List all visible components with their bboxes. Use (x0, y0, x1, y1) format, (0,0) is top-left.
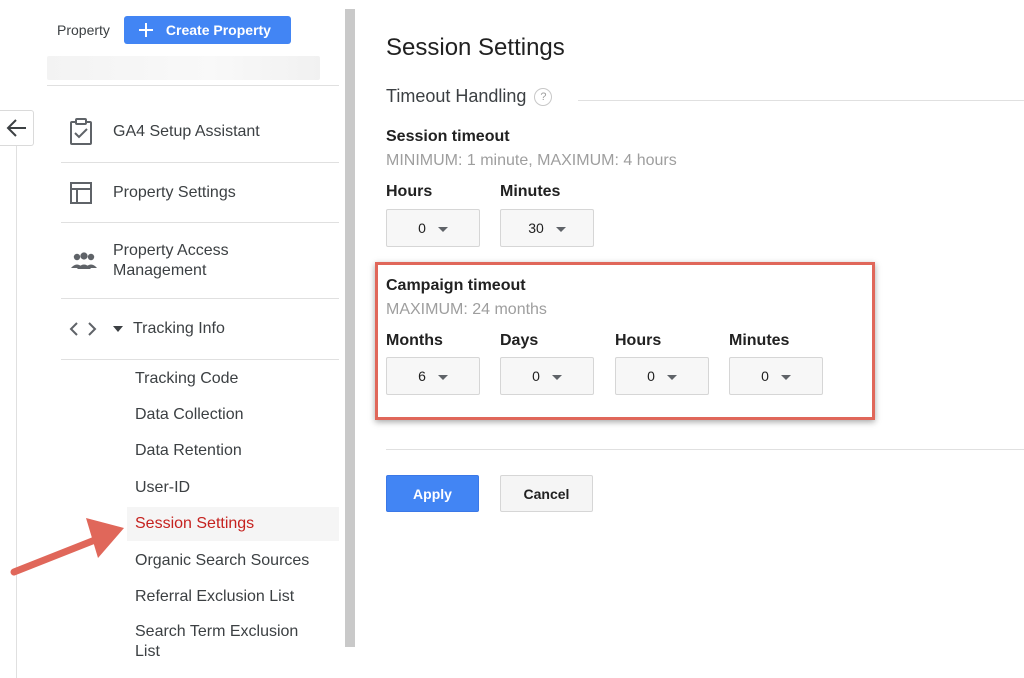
session-minutes-dropdown[interactable]: 30 (500, 209, 594, 247)
caret-down-icon (666, 374, 677, 380)
cancel-button[interactable]: Cancel (500, 475, 593, 512)
sidebar-subitem-tracking-code[interactable]: Tracking Code (127, 362, 339, 396)
session-timeout-note: MINIMUM: 1 minute, MAXIMUM: 4 hours (386, 152, 677, 169)
section-timeout-handling: Timeout Handling ? (386, 86, 553, 107)
sidebar-divider (16, 146, 17, 678)
sidebar-item-property-access-management[interactable]: Property Access Management (61, 223, 339, 299)
sidebar-subitem-user-id[interactable]: User-ID (127, 471, 339, 505)
sidebar-subitem-search-term-exclusion-list[interactable]: Search Term Exclusion List (127, 622, 317, 666)
caret-down-icon (437, 374, 448, 380)
sidebar-item-ga4-setup-assistant[interactable]: GA4 Setup Assistant (61, 101, 339, 163)
sidebar-item-label: Property Settings (113, 183, 236, 201)
property-header: Property Create Property (57, 16, 291, 44)
caret-down-icon (780, 374, 791, 380)
sidebar-subitem-organic-search-sources[interactable]: Organic Search Sources (127, 544, 339, 578)
dropdown-value: 6 (418, 368, 426, 384)
create-property-label: Create Property (165, 22, 271, 38)
campaign-days-dropdown[interactable]: 0 (500, 357, 594, 395)
sidebar-subitem-referral-exclusion-list[interactable]: Referral Exclusion List (127, 580, 339, 614)
caret-down-icon (551, 374, 562, 380)
sidebar-item-property-settings[interactable]: Property Settings (61, 163, 339, 223)
sidebar-item-label: GA4 Setup Assistant (113, 122, 260, 140)
people-icon (61, 251, 103, 271)
code-icon (61, 321, 103, 337)
campaign-hours-label: Hours (615, 332, 662, 349)
campaign-timeout-note: MAXIMUM: 24 months (386, 301, 547, 318)
caret-down-icon (555, 226, 566, 232)
dropdown-value: 0 (647, 368, 655, 384)
apply-button[interactable]: Apply (386, 475, 479, 512)
session-minutes-label: Minutes (500, 183, 561, 200)
section-title-label: Timeout Handling (386, 86, 527, 106)
form-divider (386, 449, 1024, 450)
caret-down-icon (437, 226, 448, 232)
sidebar-item-label: Tracking Info (133, 320, 225, 337)
sidebar-item-label: Property Access Management (113, 241, 229, 279)
dropdown-value: 30 (528, 220, 544, 236)
campaign-hours-dropdown[interactable]: 0 (615, 357, 709, 395)
back-button[interactable] (0, 110, 34, 146)
campaign-minutes-label: Minutes (729, 332, 790, 349)
create-property-button[interactable]: Create Property (123, 16, 291, 44)
sidebar-subitem-data-retention[interactable]: Data Retention (127, 434, 339, 468)
caret-down-icon (113, 326, 123, 332)
arrow-left-icon (6, 119, 26, 137)
dropdown-value: 0 (532, 368, 540, 384)
sidebar-subitem-data-collection[interactable]: Data Collection (127, 398, 339, 432)
help-icon[interactable]: ? (534, 87, 553, 106)
red-pointer-arrow-icon (10, 518, 124, 576)
property-selector[interactable] (47, 56, 320, 80)
campaign-days-label: Days (500, 332, 539, 349)
section-divider (578, 100, 1024, 101)
sidebar-scrollbar[interactable] (345, 9, 355, 647)
session-hours-label: Hours (386, 183, 433, 200)
session-hours-dropdown[interactable]: 0 (386, 209, 480, 247)
campaign-minutes-dropdown[interactable]: 0 (729, 357, 823, 395)
property-label: Property (57, 22, 110, 38)
campaign-months-label: Months (386, 332, 443, 349)
layout-icon (61, 181, 103, 205)
session-timeout-heading: Session timeout (386, 128, 510, 145)
sidebar-subitem-session-settings[interactable]: Session Settings (127, 507, 339, 541)
page-title: Session Settings (386, 34, 565, 61)
plus-icon (138, 23, 153, 37)
sidebar-item-tracking-info[interactable]: Tracking Info (61, 299, 339, 360)
dropdown-value: 0 (418, 220, 426, 236)
dropdown-value: 0 (761, 368, 769, 384)
campaign-months-dropdown[interactable]: 6 (386, 357, 480, 395)
nav-divider (47, 85, 339, 86)
campaign-timeout-heading: Campaign timeout (386, 277, 526, 294)
clipboard-check-icon (61, 117, 103, 146)
